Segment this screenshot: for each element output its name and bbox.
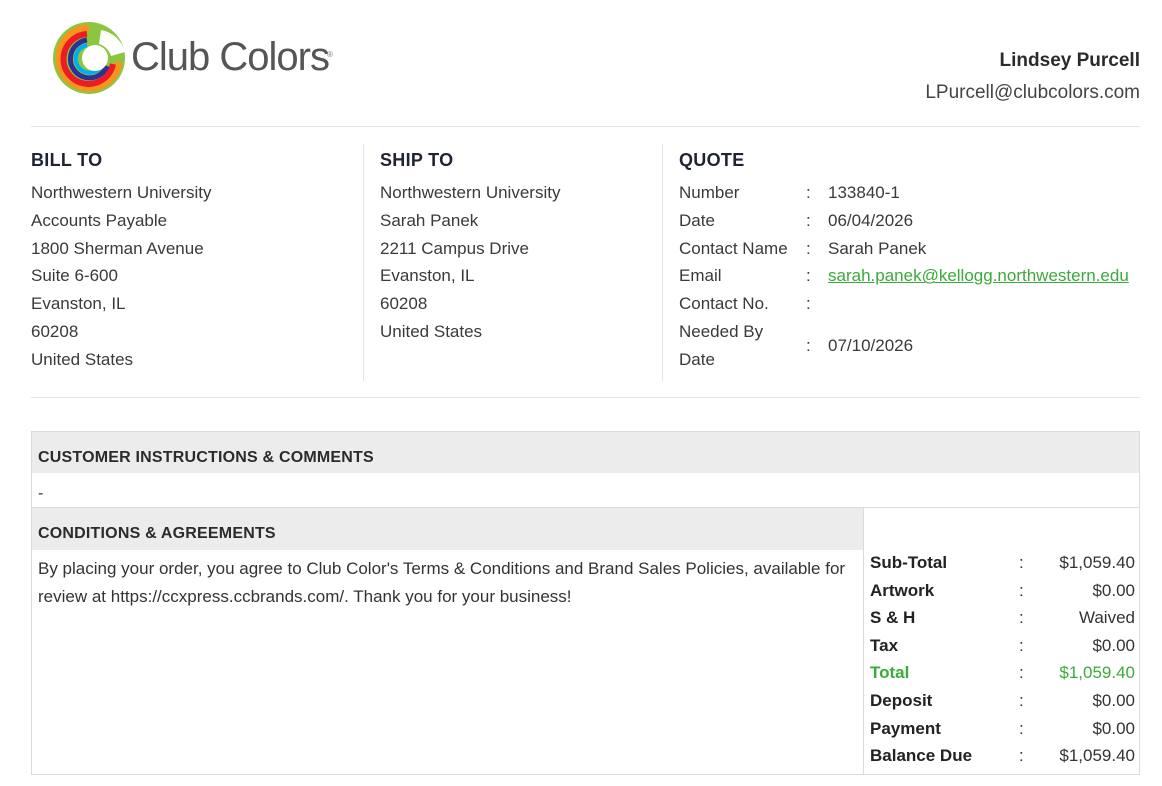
total-label: S & H xyxy=(870,608,916,628)
bill-to-column: BILL TO Northwestern University Accounts… xyxy=(31,144,364,381)
section-divider xyxy=(31,397,1140,398)
colon: : xyxy=(1019,691,1024,710)
conditions-title: CONDITIONS & AGREEMENTS xyxy=(32,508,863,550)
total-value: $0.00 xyxy=(1092,635,1135,655)
bill-to-line: Suite 6-600 xyxy=(31,266,118,286)
tax-row: Tax : $0.00 xyxy=(864,636,1140,664)
total-label: Payment xyxy=(870,718,941,738)
ship-to-line: United States xyxy=(380,321,483,341)
sales-rep: Lindsey Purcell LPurcell@clubcolors.com xyxy=(925,48,1140,106)
colon: : xyxy=(806,210,811,230)
ship-to-column: SHIP TO Northwestern University Sarah Pa… xyxy=(380,144,663,381)
club-colors-logo[interactable]: Club Colors ® xyxy=(49,16,349,100)
club-colors-logo-icon xyxy=(53,22,125,94)
registered-mark: ® xyxy=(327,50,333,59)
total-value: $0.00 xyxy=(1092,691,1135,710)
total-label: Deposit xyxy=(870,691,933,710)
total-value: $0.00 xyxy=(1092,718,1135,738)
total-value: $1,059.40 xyxy=(1059,746,1135,766)
quote-label: Date xyxy=(679,210,715,230)
colon: : xyxy=(806,294,811,314)
shipping-row: S & H : Waived xyxy=(864,608,1140,636)
total-value: Waived xyxy=(1078,608,1135,628)
colon: : xyxy=(806,238,811,258)
colon: : xyxy=(806,183,811,202)
rep-name: Lindsey Purcell xyxy=(999,50,1140,71)
needed-by-date: 07/10/2026 xyxy=(828,335,914,355)
colon: : xyxy=(1019,663,1024,683)
needed-by-row: Needed By Date : 07/10/2026 xyxy=(679,318,1140,374)
address-section: BILL TO Northwestern University Accounts… xyxy=(31,144,1140,381)
quote-label: Needed By xyxy=(679,321,764,341)
contact-name-row: Contact Name : Sarah Panek xyxy=(679,235,1140,263)
total-value: $1,059.40 xyxy=(1059,663,1135,683)
brand-name: Club Colors xyxy=(131,35,330,79)
colon: : xyxy=(1019,635,1024,655)
customer-instructions-text: - xyxy=(38,485,44,502)
deposit-row: Deposit : $0.00 xyxy=(864,691,1140,719)
bill-to-line: Northwestern University xyxy=(31,183,212,202)
total-value: $0.00 xyxy=(1092,580,1135,600)
ship-to-line: 60208 xyxy=(380,294,428,314)
colon: : xyxy=(806,335,811,355)
quote-date-row: Date : 06/04/2026 xyxy=(679,207,1140,235)
colon: : xyxy=(1019,553,1024,572)
quote-title: QUOTE xyxy=(679,150,745,170)
ship-to-line: Evanston, IL xyxy=(380,266,475,286)
page-header: Club Colors ® Lindsey Purcell LPurcell@c… xyxy=(31,0,1140,127)
quote-column: QUOTE Number : 133840-1 Date : 06/04/202… xyxy=(679,144,1140,381)
ship-to-title: SHIP TO xyxy=(380,150,454,170)
bill-to-line: Accounts Payable xyxy=(31,210,168,230)
quote-label: Number xyxy=(679,183,740,202)
contact-no-row: Contact No. : xyxy=(679,290,1140,318)
total-value: $1,059.40 xyxy=(1059,553,1135,572)
colon: : xyxy=(1019,580,1024,600)
grand-total-row: Total : $1,059.40 xyxy=(864,663,1140,691)
quote-number-row: Number : 133840-1 xyxy=(679,179,1140,207)
quote-label: Contact No. xyxy=(679,294,769,314)
quote-label: Email xyxy=(679,266,722,286)
totals-panel: Sub-Total : $1,059.40 Artwork : $0.00 S … xyxy=(863,508,1140,774)
ship-to-line: Northwestern University xyxy=(380,183,561,202)
ship-to-line: Sarah Panek xyxy=(380,210,479,230)
quote-number: 133840-1 xyxy=(828,183,900,202)
customer-instructions-title: CUSTOMER INSTRUCTIONS & COMMENTS xyxy=(32,432,1139,473)
payment-row: Payment : $0.00 xyxy=(864,719,1140,747)
artwork-row: Artwork : $0.00 xyxy=(864,581,1140,609)
colon: : xyxy=(1019,718,1024,738)
ship-to-line: 2211 Campus Drive xyxy=(380,238,529,258)
instructions-box: CUSTOMER INSTRUCTIONS & COMMENTS - CONDI… xyxy=(31,431,1140,775)
quote-date: 06/04/2026 xyxy=(828,210,914,230)
bill-to-line: 60208 xyxy=(31,321,79,341)
colon: : xyxy=(1019,608,1024,628)
quote-label: Contact Name xyxy=(679,238,788,258)
balance-due-row: Balance Due : $1,059.40 xyxy=(864,746,1140,774)
total-label: Tax xyxy=(870,635,899,655)
bill-to-line: United States xyxy=(31,349,134,369)
colon: : xyxy=(1019,746,1024,766)
quote-label-cont: Date xyxy=(679,349,715,369)
contact-name: Sarah Panek xyxy=(828,238,927,258)
total-label: Sub-Total xyxy=(870,553,948,572)
bill-to-line: Evanston, IL xyxy=(31,294,126,314)
conditions-text: By placing your order, you agree to Club… xyxy=(38,559,846,606)
rep-email: LPurcell@clubcolors.com xyxy=(925,82,1140,103)
total-label: Balance Due xyxy=(870,746,973,766)
contact-email-link[interactable]: sarah.panek@kellogg.northwestern.edu xyxy=(828,262,1129,290)
total-label: Artwork xyxy=(870,580,935,600)
total-label: Total xyxy=(870,663,910,683)
email-row: Email : sarah.panek@kellogg.northwestern… xyxy=(679,262,1140,290)
subtotal-row: Sub-Total : $1,059.40 xyxy=(864,553,1140,581)
bill-to-title: BILL TO xyxy=(31,150,103,170)
bill-to-line: 1800 Sherman Avenue xyxy=(31,238,204,258)
colon: : xyxy=(806,266,811,286)
